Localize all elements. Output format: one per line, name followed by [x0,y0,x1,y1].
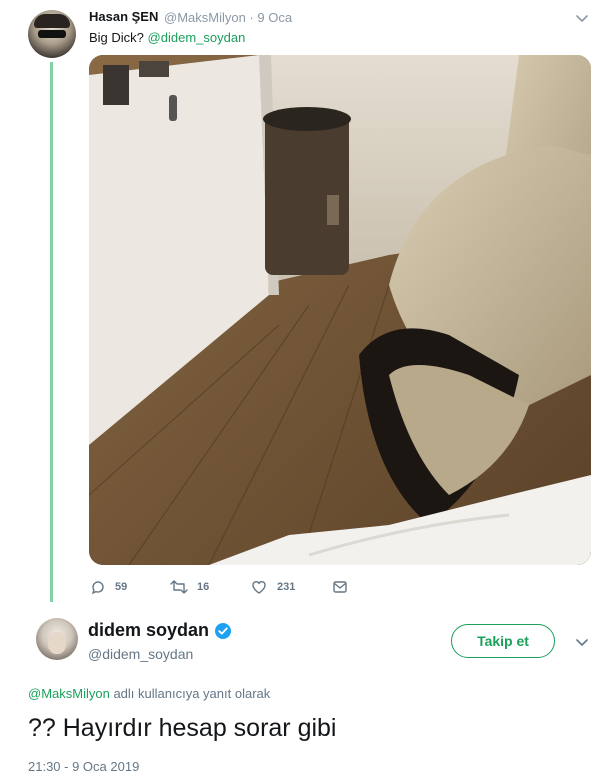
envelope-icon [333,581,347,593]
quoted-text-prefix: Big Dick? [89,30,144,45]
retweet-icon [170,580,188,594]
mention-link[interactable]: @didem_soydan [148,30,246,45]
reply-to-mention[interactable]: @MaksMilyon [28,686,110,701]
like-action[interactable]: 231 [249,578,295,596]
room-photo [89,55,591,565]
tweet-text: ?? Hayırdır hesap sorar gibi [28,714,337,742]
author-name[interactable]: didem soydan [88,620,209,641]
quoted-tweet-text: Big Dick? @didem_soydan [89,30,245,45]
author-handle[interactable]: @didem_soydan [88,646,193,662]
like-count: 231 [277,581,296,593]
quoted-author-name[interactable]: Hasan ŞEN [89,9,158,24]
reply-to-text: adlı kullanıcıya yanıt olarak [113,686,271,701]
thread-line [50,62,53,602]
chevron-down-icon[interactable] [574,634,590,650]
author-avatar[interactable] [28,10,76,58]
chevron-down-icon[interactable] [574,10,590,26]
reply-count: 59 [115,581,128,593]
tweet-timestamp[interactable]: 21:30 - 9 Oca 2019 [28,759,139,774]
retweet-count: 16 [197,581,210,593]
quoted-author-meta[interactable]: @MaksMilyon · 9 Oca [164,10,292,25]
author-avatar[interactable] [36,618,78,660]
follow-button[interactable]: Takip et [451,624,555,658]
retweet-action[interactable]: 16 [169,578,209,596]
reply-context: @MaksMilyon adlı kullanıcıya yanıt olara… [28,686,270,701]
dm-action[interactable] [331,578,357,596]
heart-icon [252,581,266,594]
verified-badge-icon [215,623,231,639]
reply-action[interactable]: 59 [89,578,127,596]
reply-icon [91,581,104,595]
tweet-media-photo[interactable] [89,55,591,565]
